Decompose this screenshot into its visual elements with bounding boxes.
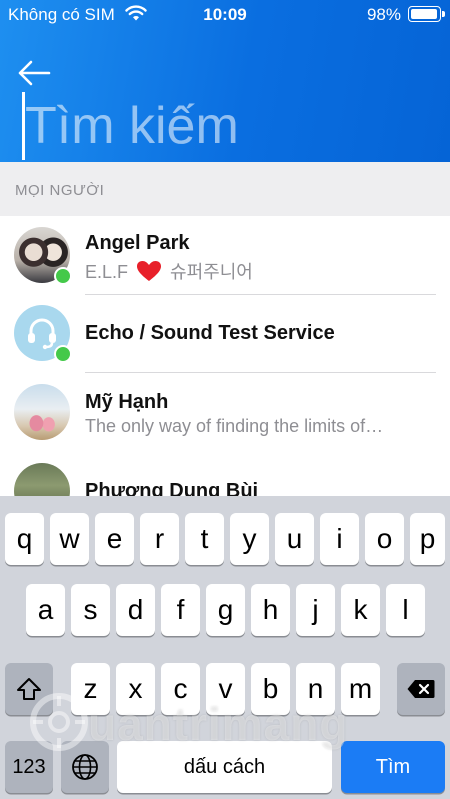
avatar [14, 305, 72, 363]
shift-icon [17, 678, 41, 700]
backspace-icon [407, 680, 435, 698]
section-title: MỌI NGƯỜI [15, 182, 105, 199]
globe-icon [72, 754, 98, 780]
key-i[interactable]: i [320, 513, 359, 565]
key-e[interactable]: e [95, 513, 134, 565]
numbers-key[interactable]: 123 [5, 741, 53, 793]
key-b[interactable]: b [251, 663, 290, 715]
key-m[interactable]: m [341, 663, 380, 715]
key-p[interactable]: p [410, 513, 445, 565]
contact-row-phuong-dung-bui[interactable]: Phương Dung Bùi [0, 452, 450, 496]
key-w[interactable]: w [50, 513, 89, 565]
key-k[interactable]: k [341, 584, 380, 636]
subtitle-korean: 슈퍼주니어 [170, 262, 253, 282]
key-c[interactable]: c [161, 663, 200, 715]
subtitle-text: E.L.F [85, 262, 129, 282]
key-y[interactable]: y [230, 513, 269, 565]
search-header: Không có SIM 10:09 98% [0, 0, 450, 162]
contact-row-angel-park[interactable]: Angel Park E.L.F 슈퍼주니어 [0, 216, 450, 295]
contact-subtitle: E.L.F 슈퍼주니어 [85, 258, 425, 284]
key-l[interactable]: l [386, 584, 425, 636]
key-q[interactable]: q [5, 513, 44, 565]
key-x[interactable]: x [116, 663, 155, 715]
avatar [14, 227, 72, 285]
contact-name: Echo / Sound Test Service [85, 322, 335, 344]
contact-subtitle: The only way of finding the limits of… [85, 416, 384, 436]
contact-name: Mỹ Hạnh [85, 391, 169, 413]
back-arrow-icon[interactable] [16, 58, 52, 88]
globe-key[interactable] [61, 741, 109, 793]
key-t[interactable]: t [185, 513, 224, 565]
space-key[interactable]: dấu cách [117, 741, 332, 793]
key-g[interactable]: g [206, 584, 245, 636]
key-u[interactable]: u [275, 513, 314, 565]
section-header-people: MỌI NGƯỜI [0, 162, 450, 216]
key-n[interactable]: n [296, 663, 335, 715]
key-o[interactable]: o [365, 513, 404, 565]
search-key[interactable]: Tìm [341, 741, 445, 793]
key-j[interactable]: j [296, 584, 335, 636]
key-a[interactable]: a [26, 584, 65, 636]
heart-icon [137, 261, 162, 281]
contact-list: Angel Park E.L.F 슈퍼주니어 Echo / Sound Test… [0, 216, 450, 496]
key-s[interactable]: s [71, 584, 110, 636]
key-z[interactable]: z [71, 663, 110, 715]
status-bar: Không có SIM 10:09 98% [0, 0, 450, 30]
key-r[interactable]: r [140, 513, 179, 565]
shift-key[interactable] [5, 663, 53, 715]
on-screen-keyboard: q w e r t y u i o p a s d f g h j k l z … [0, 496, 450, 799]
key-v[interactable]: v [206, 663, 245, 715]
battery-percentage: 98% [366, 5, 401, 24]
avatar [14, 384, 70, 440]
contact-row-echo[interactable]: Echo / Sound Test Service [0, 295, 450, 373]
avatar [14, 463, 70, 496]
online-status-dot [54, 345, 72, 363]
key-h[interactable]: h [251, 584, 290, 636]
contact-row-my-hanh[interactable]: Mỹ Hạnh The only way of finding the limi… [0, 373, 450, 451]
key-d[interactable]: d [116, 584, 155, 636]
headset-icon [28, 318, 56, 350]
key-f[interactable]: f [161, 584, 200, 636]
battery-icon [408, 6, 445, 22]
contact-name: Phương Dung Bùi [85, 480, 259, 496]
contact-name: Angel Park [85, 232, 190, 254]
online-status-dot [54, 267, 72, 285]
backspace-key[interactable] [397, 663, 445, 715]
search-input[interactable] [25, 94, 425, 158]
